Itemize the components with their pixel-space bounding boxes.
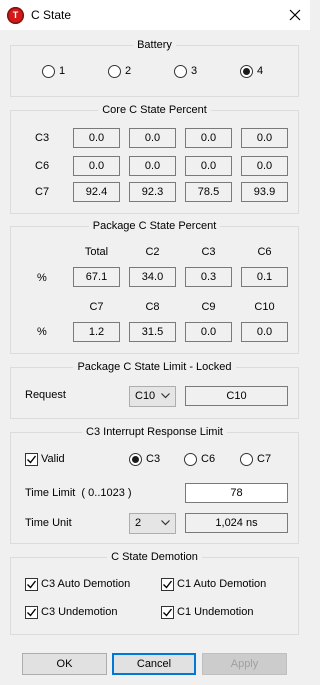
battery-radio-2[interactable] [108,65,121,78]
package-limit-group: Package C State Limit - Locked Request C… [10,361,299,419]
interrupt-radio-label: C6 [201,453,216,465]
title-bar: C State [0,0,310,30]
core-c7-value: 78.5 [185,182,232,202]
core-row-label: C6 [35,160,50,172]
checkmark-icon [163,608,173,617]
valid-checkbox[interactable] [25,453,38,466]
package-title: Package C State Percent [88,220,221,232]
checkmark-icon [27,455,37,464]
package-total-value: 67.1 [73,267,120,287]
interrupt-radio-c6[interactable] [184,453,197,466]
demotion-group: C State Demotion C3 Auto Demotion C1 Aut… [10,551,299,635]
core-cstate-group: Core C State Percent C3 0.0 0.0 0.0 0.0 … [10,104,299,214]
package-c6-value: 0.1 [241,267,288,287]
cancel-button[interactable]: Cancel [112,653,196,675]
time-unit-label: Time Unit [25,517,72,529]
time-unit-select-value: 2 [135,517,142,529]
c3-undemotion-label: C3 Undemotion [41,606,118,618]
demotion-title: C State Demotion [107,551,202,563]
package-header: C2 [145,246,160,258]
core-row-label: C3 [35,132,50,144]
request-select-value: C10 [135,390,156,402]
battery-group: Battery 1 2 3 4 [10,39,299,97]
package-header: C8 [145,301,160,313]
time-unit-select[interactable]: 2 [129,513,176,534]
checkmark-icon [27,580,37,589]
core-c3-value: 0.0 [241,128,288,148]
checkmark-icon [27,608,37,617]
battery-radio-4[interactable] [240,65,253,78]
battery-label-2: 2 [125,65,132,77]
request-label: Request [25,389,66,401]
time-unit-value: 1,024 ns [185,513,288,533]
package-cstate-group: Package C State Percent Total C2 C3 C6 %… [10,220,299,354]
package-c10-value: 0.0 [241,322,288,342]
core-c3-value: 0.0 [129,128,176,148]
interrupt-title: C3 Interrupt Response Limit [82,426,227,438]
core-c7-value: 92.4 [73,182,120,202]
interrupt-radio-label: C7 [257,453,272,465]
battery-title: Battery [133,39,176,51]
core-title: Core C State Percent [98,104,211,116]
package-header: C3 [201,246,216,258]
package-header: C6 [257,246,272,258]
battery-label-1: 1 [59,65,66,77]
c1-auto-demotion-label: C1 Auto Demotion [177,578,267,590]
core-c6-value: 0.0 [129,156,176,176]
package-c3-value: 0.3 [185,267,232,287]
core-c7-value: 93.9 [241,182,288,202]
valid-label: Valid [41,453,65,465]
core-c3-value: 0.0 [73,128,120,148]
core-c6-value: 0.0 [241,156,288,176]
interrupt-radio-c7[interactable] [240,453,253,466]
package-row-label: % [37,272,47,284]
t-logo-icon [7,7,24,24]
limit-title: Package C State Limit - Locked [73,361,236,373]
battery-label-4: 4 [257,65,264,77]
package-header: C9 [201,301,216,313]
window-title: C State [31,8,72,22]
apply-button[interactable]: Apply [202,653,287,675]
package-c7-value: 1.2 [73,322,120,342]
limit-result-field: C10 [185,386,288,406]
battery-radio-3[interactable] [174,65,187,78]
interrupt-group: C3 Interrupt Response Limit Valid C3 C6 … [10,426,299,544]
battery-radio-1[interactable] [42,65,55,78]
time-limit-label: Time Limit ( 0..1023 ) [25,487,132,499]
ok-button[interactable]: OK [22,653,107,675]
time-limit-input[interactable]: 78 [185,483,288,503]
core-c6-value: 0.0 [73,156,120,176]
interrupt-radio-label: C3 [146,453,161,465]
package-header: Total [84,246,109,258]
close-button[interactable] [280,0,310,30]
checkmark-icon [163,580,173,589]
c1-auto-demotion-checkbox[interactable] [161,578,174,591]
close-icon [289,9,301,21]
package-header: C7 [89,301,104,313]
core-c7-value: 92.3 [129,182,176,202]
request-select[interactable]: C10 [129,386,176,407]
core-row-label: C7 [35,186,50,198]
package-row-label: % [37,326,47,338]
chevron-down-icon [161,520,170,526]
package-c9-value: 0.0 [185,322,232,342]
chevron-down-icon [161,393,170,399]
c3-auto-demotion-label: C3 Auto Demotion [41,578,131,590]
battery-label-3: 3 [191,65,198,77]
c3-undemotion-checkbox[interactable] [25,606,38,619]
package-c8-value: 31.5 [129,322,176,342]
interrupt-radio-c3[interactable] [129,453,142,466]
c1-undemotion-checkbox[interactable] [161,606,174,619]
c3-auto-demotion-checkbox[interactable] [25,578,38,591]
core-c6-value: 0.0 [185,156,232,176]
package-c2-value: 34.0 [129,267,176,287]
core-c3-value: 0.0 [185,128,232,148]
package-header: C10 [254,301,275,313]
c1-undemotion-label: C1 Undemotion [177,606,254,618]
